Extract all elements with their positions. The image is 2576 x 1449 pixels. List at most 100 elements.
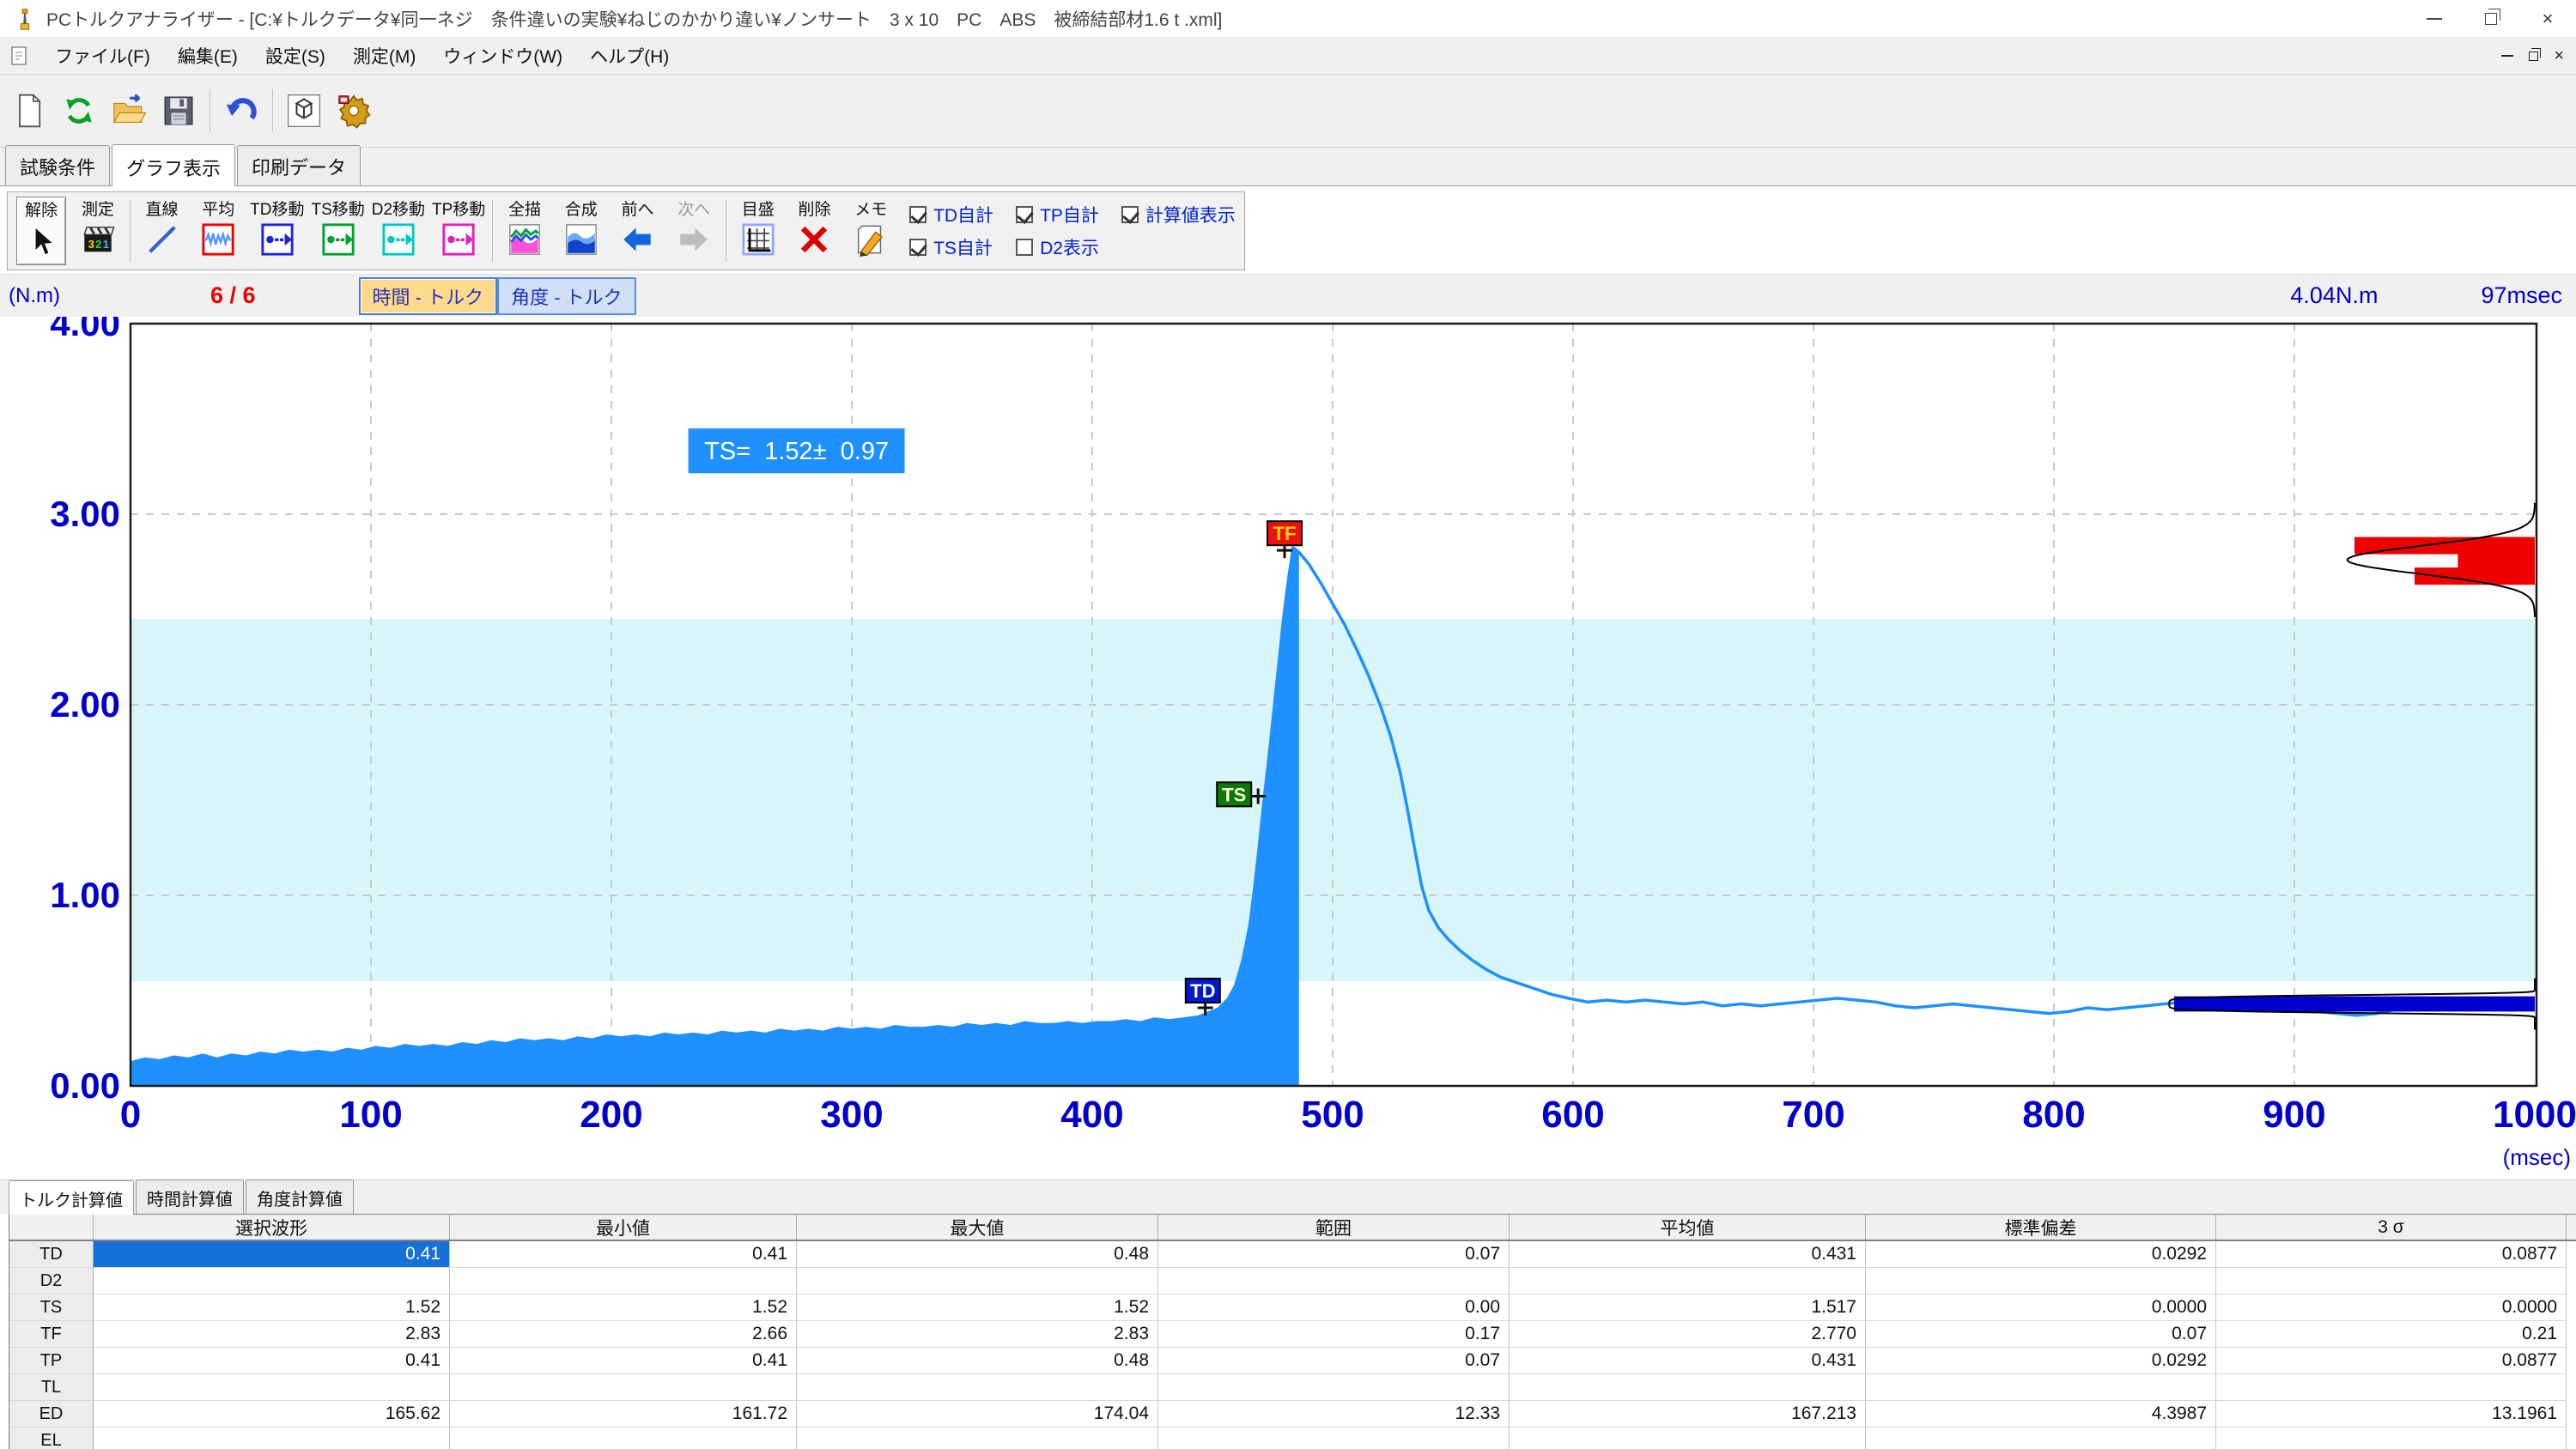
- cell-TP-4[interactable]: 0.431: [1510, 1348, 1866, 1374]
- menu-item-2[interactable]: 設定(S): [252, 38, 339, 74]
- cell-ED-6[interactable]: 13.1961: [2216, 1401, 2567, 1428]
- torque-chart[interactable]: TS= 1.52± 0.97TFTSTD4.003.002.001.000.00…: [0, 317, 2576, 1175]
- graph-tool-waveform-red[interactable]: 平均: [193, 197, 243, 265]
- menu-item-0[interactable]: ファイル(F): [41, 38, 164, 74]
- menu-item-4[interactable]: ウィンドウ(W): [429, 38, 576, 74]
- checkbox-計算値表示[interactable]: 計算値表示: [1121, 200, 1236, 229]
- cell-TP-6[interactable]: 0.0877: [2216, 1348, 2567, 1374]
- cell-TS-5[interactable]: 0.0000: [1866, 1294, 2216, 1321]
- cell-ED-1[interactable]: 161.72: [450, 1401, 797, 1428]
- cell-EL-5[interactable]: [1866, 1428, 2216, 1449]
- cell-D2-5[interactable]: [1866, 1268, 2216, 1294]
- cell-TF-1[interactable]: 2.66: [450, 1321, 797, 1348]
- cell-TP-0[interactable]: 0.41: [94, 1348, 450, 1374]
- cell-TD-3[interactable]: 0.07: [1158, 1241, 1510, 1268]
- undo-button[interactable]: [219, 87, 264, 135]
- calc-tab-0[interactable]: トルク計算値: [9, 1180, 134, 1215]
- angle-torque-toggle[interactable]: 角度 - トルク: [497, 277, 636, 315]
- cell-EL-6[interactable]: [2216, 1428, 2567, 1449]
- tab-1[interactable]: グラフ表示: [112, 144, 235, 186]
- cell-ED-4[interactable]: 167.213: [1510, 1401, 1866, 1428]
- cell-TS-6[interactable]: 0.0000: [2216, 1294, 2567, 1321]
- cell-D2-2[interactable]: [797, 1268, 1158, 1294]
- cell-TF-2[interactable]: 2.83: [797, 1321, 1158, 1348]
- mdi-minimize-icon[interactable]: [2501, 55, 2513, 57]
- tab-0[interactable]: 試験条件: [5, 145, 110, 185]
- gear-settings-button[interactable]: [331, 87, 376, 135]
- cell-TL-1[interactable]: [450, 1374, 797, 1401]
- graph-tool-diagonal-line[interactable]: 直線: [137, 197, 187, 265]
- cell-TL-4[interactable]: [1510, 1374, 1866, 1401]
- graph-tool-grid-scale[interactable]: 目盛: [733, 197, 783, 265]
- cell-TL-0[interactable]: [94, 1374, 450, 1401]
- graph-tool-pencil-memo[interactable]: メモ: [846, 197, 896, 265]
- cell-TP-5[interactable]: 0.0292: [1866, 1348, 2216, 1374]
- checkbox-TS自計[interactable]: TS自計: [909, 233, 993, 262]
- graph-tool-move-dot-magenta[interactable]: TP移動: [432, 197, 485, 265]
- cell-D2-4[interactable]: [1510, 1268, 1866, 1294]
- cell-TD-5[interactable]: 0.0292: [1866, 1241, 2216, 1268]
- graph-tool-move-dot-green[interactable]: TS移動: [311, 197, 364, 265]
- graph-tool-cursor-arrow[interactable]: 解除: [16, 197, 66, 265]
- cell-EL-2[interactable]: [797, 1428, 1158, 1449]
- cell-TL-5[interactable]: [1866, 1374, 2216, 1401]
- menu-item-3[interactable]: 測定(M): [339, 38, 429, 74]
- cell-TS-4[interactable]: 1.517: [1510, 1294, 1866, 1321]
- cell-ED-0[interactable]: 165.62: [94, 1401, 450, 1428]
- tab-2[interactable]: 印刷データ: [237, 145, 361, 185]
- calc-tab-2[interactable]: 角度計算値: [246, 1179, 354, 1214]
- cell-TL-2[interactable]: [797, 1374, 1158, 1401]
- cell-TP-3[interactable]: 0.07: [1158, 1348, 1510, 1374]
- open-folder-button[interactable]: [106, 87, 151, 135]
- menu-item-1[interactable]: 編集(E): [164, 38, 252, 74]
- cell-TS-1[interactable]: 1.52: [450, 1294, 797, 1321]
- graph-tool-arrow-right-gray[interactable]: 次へ: [669, 197, 719, 265]
- mdi-close-icon[interactable]: ×: [2554, 47, 2564, 64]
- checkbox-box[interactable]: [1016, 239, 1033, 256]
- cell-TD-0[interactable]: 0.41: [94, 1241, 450, 1268]
- checkbox-box[interactable]: [909, 239, 927, 256]
- mdi-restore-icon[interactable]: [2529, 52, 2538, 61]
- graph-tool-move-dot-blue[interactable]: TD移動: [250, 197, 304, 265]
- cell-D2-3[interactable]: [1158, 1268, 1510, 1294]
- graph-tool-chart-blue[interactable]: 合成: [556, 197, 606, 265]
- time-torque-toggle[interactable]: 時間 - トルク: [359, 277, 498, 315]
- checkbox-box[interactable]: [1121, 206, 1139, 223]
- cell-EL-1[interactable]: [450, 1428, 797, 1449]
- close-button[interactable]: ×: [2519, 2, 2576, 36]
- cell-TF-0[interactable]: 2.83: [94, 1321, 450, 1348]
- cell-TL-3[interactable]: [1158, 1374, 1510, 1401]
- cell-EL-4[interactable]: [1510, 1428, 1866, 1449]
- cell-TS-0[interactable]: 1.52: [94, 1294, 450, 1321]
- graph-tool-red-x[interactable]: 削除: [790, 197, 840, 265]
- checkbox-box[interactable]: [909, 206, 927, 223]
- cell-ED-5[interactable]: 4.3987: [1866, 1401, 2216, 1428]
- minimize-button[interactable]: [2406, 2, 2463, 36]
- graph-tool-clapperboard[interactable]: 測定321: [73, 197, 123, 265]
- cell-TS-3[interactable]: 0.00: [1158, 1294, 1510, 1321]
- cell-TP-2[interactable]: 0.48: [797, 1348, 1158, 1374]
- refresh-button[interactable]: [57, 87, 101, 135]
- cell-D2-6[interactable]: [2216, 1268, 2567, 1294]
- cell-TD-1[interactable]: 0.41: [450, 1241, 797, 1268]
- checkbox-TD自計[interactable]: TD自計: [909, 200, 993, 229]
- cell-TF-5[interactable]: 0.07: [1866, 1321, 2216, 1348]
- cell-ED-2[interactable]: 174.04: [797, 1401, 1158, 1428]
- menu-item-5[interactable]: ヘルプ(H): [576, 38, 683, 74]
- cube-view-button[interactable]: [282, 87, 326, 135]
- cell-TL-6[interactable]: [2216, 1374, 2567, 1401]
- cell-D2-0[interactable]: [94, 1268, 450, 1294]
- cell-EL-3[interactable]: [1158, 1428, 1510, 1449]
- cell-TF-4[interactable]: 2.770: [1510, 1321, 1866, 1348]
- checkbox-TP自計[interactable]: TP自計: [1016, 200, 1099, 229]
- checkbox-D2表示[interactable]: D2表示: [1016, 233, 1099, 262]
- graph-tool-chart-multi[interactable]: 全描: [500, 197, 550, 265]
- checkbox-box[interactable]: [1016, 206, 1033, 223]
- cell-TF-3[interactable]: 0.17: [1158, 1321, 1510, 1348]
- cell-TD-2[interactable]: 0.48: [797, 1241, 1158, 1268]
- cell-TS-2[interactable]: 1.52: [797, 1294, 1158, 1321]
- save-button[interactable]: [156, 87, 201, 135]
- cell-ED-3[interactable]: 12.33: [1158, 1401, 1510, 1428]
- cell-TF-6[interactable]: 0.21: [2216, 1321, 2567, 1348]
- restore-button[interactable]: [2463, 2, 2519, 36]
